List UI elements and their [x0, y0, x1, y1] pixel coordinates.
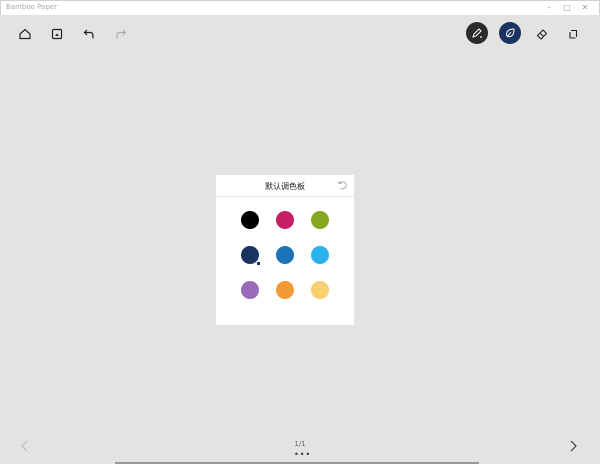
pen-tool-button[interactable] [466, 22, 488, 44]
redo-icon [116, 29, 127, 39]
undo-icon [83, 29, 94, 39]
image-icon [51, 28, 63, 40]
eraser-button[interactable] [532, 24, 552, 44]
color-swatch[interactable] [241, 281, 259, 299]
title-bar: Bamboo Paper – □ ✕ [0, 0, 600, 15]
color-palette-button[interactable] [499, 22, 521, 44]
close-button[interactable]: ✕ [575, 1, 595, 15]
window-title: Bamboo Paper [6, 3, 57, 11]
home-button[interactable] [15, 24, 35, 44]
color-swatch[interactable] [276, 211, 294, 229]
pen-icon [472, 28, 482, 38]
minimize-button[interactable]: – [539, 1, 559, 15]
color-swatch-selected[interactable] [241, 246, 260, 265]
previous-page-button[interactable] [20, 440, 30, 452]
selected-marker [257, 262, 260, 265]
undo-button[interactable] [79, 24, 99, 44]
palette-header: 默认调色板 [216, 175, 354, 197]
next-page-button[interactable] [568, 440, 578, 452]
color-swatch[interactable] [311, 246, 329, 264]
redo-button[interactable] [111, 24, 131, 44]
page-indicator: 1/1 [294, 440, 306, 448]
insert-image-button[interactable] [47, 24, 67, 44]
palette-title: 默认调色板 [265, 182, 305, 191]
copy-button[interactable] [564, 24, 584, 44]
reset-icon[interactable] [338, 180, 348, 190]
home-icon [19, 28, 31, 40]
ink-drop-icon [505, 28, 515, 38]
color-swatch[interactable] [241, 211, 259, 229]
color-swatch[interactable] [311, 281, 329, 299]
chevron-left-icon [21, 440, 28, 452]
copy-icon [569, 29, 578, 39]
more-options-button[interactable]: ••• [294, 451, 311, 459]
color-swatch[interactable] [276, 246, 294, 264]
color-swatch[interactable] [311, 211, 329, 229]
color-palette-panel: 默认调色板 [216, 175, 354, 325]
eraser-icon [536, 29, 548, 40]
maximize-button[interactable]: □ [557, 1, 577, 15]
chevron-right-icon [570, 440, 577, 452]
color-swatch[interactable] [276, 281, 294, 299]
